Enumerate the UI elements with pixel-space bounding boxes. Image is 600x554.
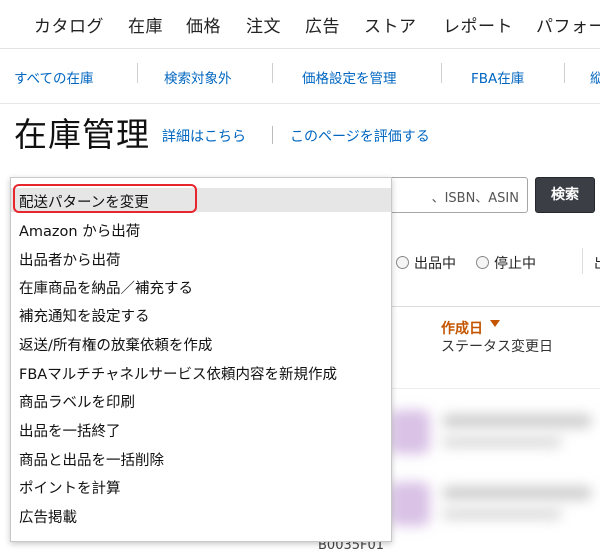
title-divider [272, 126, 273, 144]
sort-column-header[interactable]: 作成日 [441, 318, 483, 338]
product-title-blurred [442, 414, 592, 428]
product-info-blurred [442, 508, 562, 520]
nav-inventory[interactable]: 在庫 [128, 12, 163, 37]
menu-item-label: Amazon から出荷 [19, 224, 141, 240]
search-placeholder: 、ISBN、ASIN [431, 191, 519, 206]
radio-active-label: 出品中 [414, 256, 456, 272]
menu-item-label: FBAマルチチャネルサービス依頼内容を新規作成 [19, 367, 338, 383]
page-title: 在庫管理 [14, 115, 150, 154]
nav-reports[interactable]: レポート [443, 12, 513, 37]
product-title-blurred [442, 486, 592, 500]
annotation-highlight-box [13, 184, 197, 213]
menu-item-restock-alert[interactable]: 補充通知を設定する [11, 302, 391, 326]
menu-item-label: 出品を一括終了 [19, 424, 121, 440]
menu-item-delete-listings[interactable]: 商品と出品を一括削除 [11, 446, 391, 470]
bulk-action-dropdown: 配送パターンを変更 Amazon から出荷 出品者から出荷 在庫商品を納品／補充… [10, 177, 392, 542]
menu-item-label: 商品と出品を一括削除 [19, 453, 164, 469]
subnav-fba-inventory[interactable]: FBA在庫 [471, 67, 524, 87]
radio-active[interactable] [396, 256, 409, 269]
menu-item-label: 在庫商品を納品／補充する [19, 281, 193, 297]
nav-performance[interactable]: パフォー [536, 12, 600, 37]
sort-descending-icon[interactable] [490, 320, 500, 327]
filter-trailing-label: 出 [594, 253, 600, 273]
radio-inactive[interactable] [476, 256, 489, 269]
sort-column-subheader: ステータス変更日 [441, 339, 553, 355]
menu-item-label: ポイントを計算 [19, 481, 121, 497]
nav-orders[interactable]: 注文 [246, 12, 281, 37]
menu-item-close-listings[interactable]: 出品を一括終了 [11, 417, 391, 441]
menu-item-ship-from-amazon[interactable]: Amazon から出荷 [11, 217, 391, 241]
product-info-blurred [442, 436, 562, 448]
menu-item-advertise[interactable]: 広告掲載 [11, 503, 391, 527]
product-image [390, 410, 430, 454]
menu-item-label: 広告掲載 [19, 510, 77, 526]
subnav-divider [441, 63, 442, 83]
subnav-suppressed[interactable]: 検索対象外 [164, 67, 232, 87]
rate-page-link[interactable]: このページを評価する [290, 126, 430, 146]
menu-item-ship-from-seller[interactable]: 出品者から出荷 [11, 246, 391, 270]
subnav-divider [137, 63, 138, 83]
nav-pricing[interactable]: 価格 [186, 12, 221, 37]
nav-stores[interactable]: ストア [364, 12, 417, 37]
menu-item-mcf-order[interactable]: FBAマルチチャネルサービス依頼内容を新規作成 [11, 360, 391, 384]
nav-advertising[interactable]: 広告 [305, 12, 340, 37]
sub-nav: すべての在庫 検索対象外 価格設定を管理 FBA在庫 縦 [0, 49, 600, 104]
top-nav: カタログ 在庫 価格 注文 広告 ストア レポート パフォー [0, 0, 600, 49]
subnav-more[interactable]: 縦 [590, 67, 600, 87]
menu-item-print-labels[interactable]: 商品ラベルを印刷 [11, 388, 391, 412]
menu-item-label: 出品者から出荷 [19, 253, 121, 269]
subnav-divider [272, 63, 273, 83]
subnav-divider [564, 63, 565, 83]
row-divider [392, 388, 600, 389]
menu-item-label: 商品ラベルを印刷 [19, 395, 135, 411]
filter-divider [582, 248, 583, 274]
table-top-border [392, 306, 600, 307]
search-button[interactable]: 検索 [535, 177, 595, 213]
menu-item-send-replenish[interactable]: 在庫商品を納品／補充する [11, 274, 391, 298]
menu-item-calculate-points[interactable]: ポイントを計算 [11, 474, 391, 498]
subnav-manage-pricing[interactable]: 価格設定を管理 [302, 67, 397, 87]
nav-catalog[interactable]: カタログ [34, 12, 104, 37]
menu-item-label: 補充通知を設定する [19, 309, 150, 325]
subnav-all-inventory[interactable]: すべての在庫 [14, 67, 94, 87]
product-image [390, 482, 430, 526]
menu-item-removal-order[interactable]: 返送/所有権の放棄依頼を作成 [11, 331, 391, 355]
details-link[interactable]: 詳細はこちら [162, 126, 246, 146]
radio-inactive-label: 停止中 [494, 256, 536, 272]
menu-item-label: 返送/所有権の放棄依頼を作成 [19, 338, 213, 354]
